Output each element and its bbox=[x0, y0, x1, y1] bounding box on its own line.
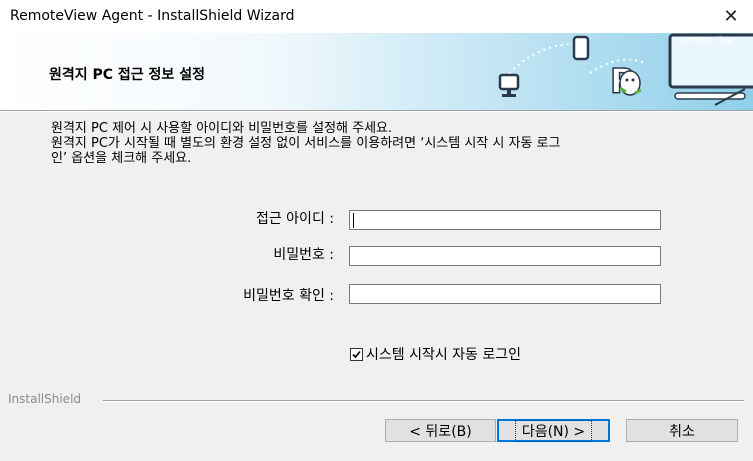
installshield-brand: InstallShield bbox=[8, 392, 82, 406]
autologin-label[interactable]: 시스템 시작시 자동 로그인 bbox=[366, 344, 521, 364]
text-cursor bbox=[353, 213, 354, 228]
installer-window: RemoteView Agent - InstallShield Wizard … bbox=[0, 0, 753, 461]
checkmark-icon bbox=[352, 350, 361, 358]
cancel-button[interactable]: 취소 bbox=[626, 419, 738, 442]
instruction-line-3: 인’ 옵션을 체크해 주세요. bbox=[51, 151, 192, 166]
close-icon[interactable]: ✕ bbox=[709, 0, 753, 33]
title-bar: RemoteView Agent - InstallShield Wizard … bbox=[0, 0, 753, 33]
access-id-input[interactable] bbox=[349, 210, 661, 230]
footer-divider-highlight bbox=[103, 401, 744, 402]
confirm-password-input[interactable] bbox=[349, 284, 661, 304]
instruction-line-1: 원격지 PC 제어 시 사용할 아이디와 비밀번호를 설정해 주세요. bbox=[51, 121, 393, 136]
confirm-password-label: 비밀번호 확인 : bbox=[243, 288, 334, 304]
instruction-line-2: 원격지 PC가 시작될 때 별도의 환경 설정 없이 서비스를 이용하려면 ‘시… bbox=[51, 136, 561, 151]
back-button[interactable]: < 뒤로(B) bbox=[385, 419, 496, 442]
page-heading: 원격지 PC 접근 정보 설정 bbox=[49, 67, 205, 83]
banner-divider-highlight bbox=[0, 111, 753, 112]
access-id-label: 접근 아이디 : bbox=[255, 211, 334, 227]
password-label: 비밀번호 : bbox=[273, 247, 334, 263]
window-title: RemoteView Agent - InstallShield Wizard bbox=[10, 8, 295, 24]
svg-text:_emote _iew: _emote _iew bbox=[677, 36, 734, 46]
password-input[interactable] bbox=[349, 246, 661, 266]
autologin-checkbox[interactable] bbox=[350, 347, 363, 361]
next-button-label: 다음(N) > bbox=[514, 419, 593, 442]
header-banner: 원격지 PC 접근 정보 설정 R _emote _iew bbox=[0, 33, 753, 110]
remoteview-illustration-icon: R _emote _iew bbox=[498, 33, 753, 106]
next-button[interactable]: 다음(N) > bbox=[497, 419, 610, 442]
autologin-checkbox-row[interactable]: 시스템 시작시 자동 로그인 bbox=[350, 344, 521, 364]
instructions: 원격지 PC 제어 시 사용할 아이디와 비밀번호를 설정해 주세요. 원격지 … bbox=[51, 121, 731, 166]
